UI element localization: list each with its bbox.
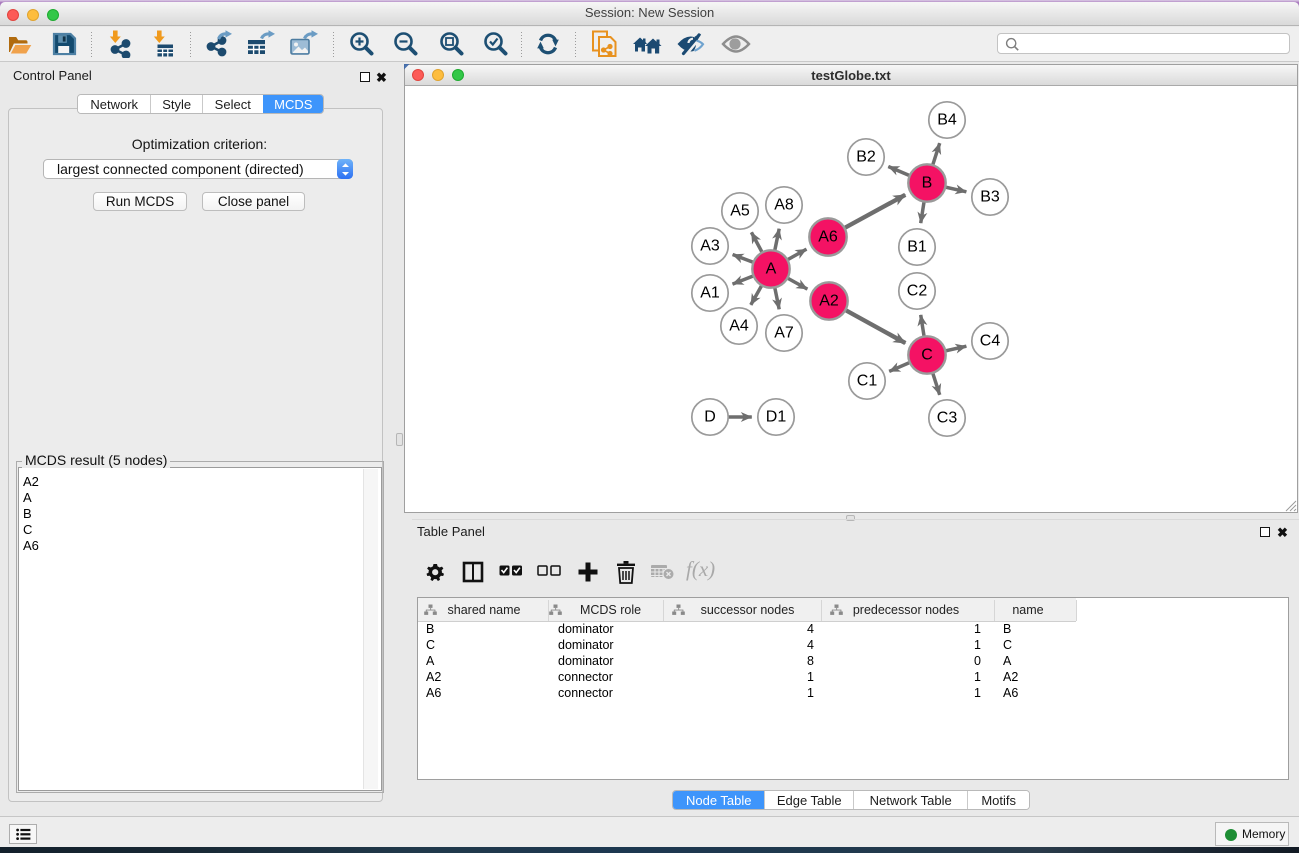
svg-text:A7: A7 <box>774 325 794 342</box>
svg-text:D1: D1 <box>766 409 787 426</box>
svg-text:A5: A5 <box>730 203 750 220</box>
svg-text:B3: B3 <box>980 189 1000 206</box>
svg-text:A1: A1 <box>700 285 720 302</box>
svg-text:C1: C1 <box>857 373 878 390</box>
svg-text:A3: A3 <box>700 238 720 255</box>
svg-text:A4: A4 <box>729 318 749 335</box>
svg-text:A6: A6 <box>818 229 838 246</box>
svg-text:B2: B2 <box>856 149 876 166</box>
svg-text:B1: B1 <box>907 239 927 256</box>
svg-text:A2: A2 <box>819 293 839 310</box>
svg-text:B4: B4 <box>937 112 957 129</box>
svg-text:A: A <box>766 261 777 278</box>
svg-text:C4: C4 <box>980 333 1001 350</box>
svg-text:D: D <box>704 409 716 426</box>
svg-text:B: B <box>922 175 933 192</box>
svg-text:C3: C3 <box>937 410 958 427</box>
svg-text:C2: C2 <box>907 283 928 300</box>
svg-text:C: C <box>921 347 933 364</box>
svg-text:A8: A8 <box>774 197 794 214</box>
